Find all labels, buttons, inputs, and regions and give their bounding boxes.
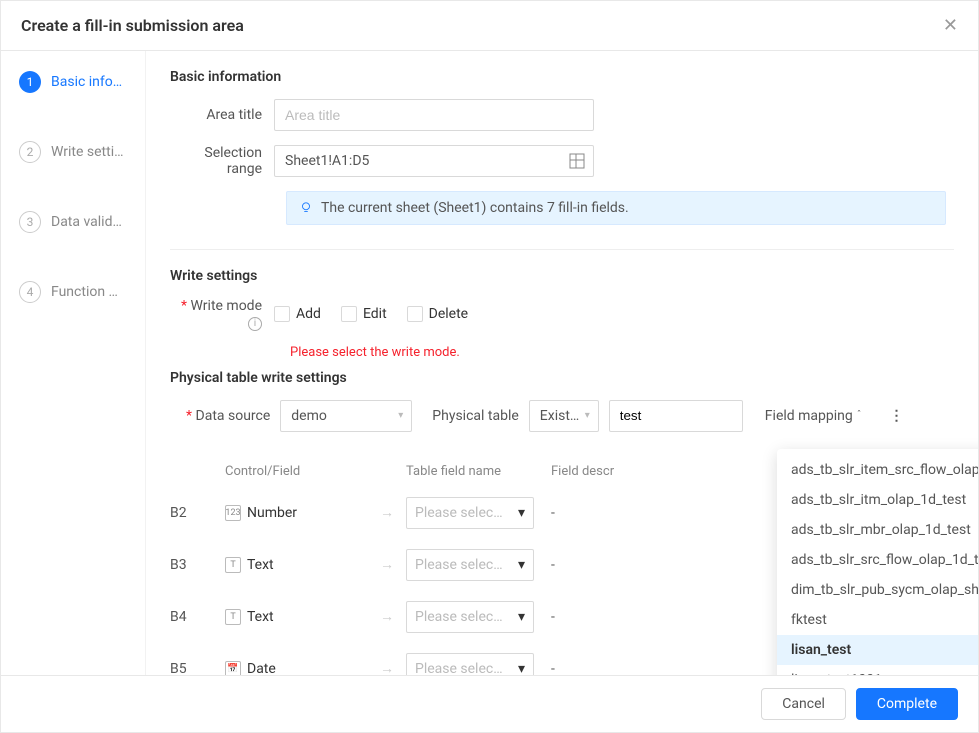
- close-icon[interactable]: ✕: [943, 15, 958, 36]
- data-source-select[interactable]: demo ▾: [280, 400, 412, 432]
- chevron-down-icon: ▾: [518, 609, 525, 625]
- physical-table-type-select[interactable]: Existi… ▾: [529, 400, 599, 432]
- cancel-button[interactable]: Cancel: [761, 688, 846, 720]
- step-basic-info[interactable]: 1 Basic info…: [19, 71, 135, 93]
- chevron-up-icon: ˆ: [857, 410, 862, 421]
- more-icon[interactable]: ⋮: [889, 408, 903, 424]
- complete-button[interactable]: Complete: [856, 688, 958, 720]
- chevron-down-icon: ▾: [585, 410, 590, 421]
- modal-footer: Cancel Complete: [1, 675, 978, 732]
- arrow-right-icon: →: [380, 504, 406, 521]
- dropdown-item[interactable]: lisan_test: [777, 635, 978, 665]
- table-field-select[interactable]: Please selec…▾: [406, 601, 534, 633]
- chevron-down-icon: ▾: [518, 505, 525, 521]
- step-label: Write setti…: [51, 144, 123, 160]
- chevron-down-icon: ▾: [518, 557, 525, 573]
- control-type: TText: [225, 609, 380, 625]
- physical-table-search-input[interactable]: [609, 400, 743, 432]
- area-title-input[interactable]: [274, 99, 594, 131]
- step-number: 4: [19, 281, 41, 303]
- selection-range-label: Selection range: [170, 145, 274, 177]
- row-data-source: Data source demo ▾ Physical table Existi…: [186, 400, 954, 432]
- cell-ref: B5: [170, 661, 225, 676]
- physical-table-title: Physical table write settings: [170, 370, 954, 386]
- table-field-select[interactable]: Please selec…▾: [406, 653, 534, 676]
- section-basic-info-title: Basic information: [170, 69, 954, 85]
- dropdown-item[interactable]: ads_tb_slr_item_src_flow_olap_1d_test: [777, 455, 978, 485]
- table-search-dropdown: ads_tb_slr_item_src_flow_olap_1d_testads…: [777, 449, 978, 675]
- checkbox-delete[interactable]: Delete: [407, 306, 468, 322]
- type-icon: T: [225, 557, 241, 573]
- chevron-down-icon: ▾: [518, 661, 525, 676]
- dropdown-item[interactable]: dim_tb_slr_pub_sycm_olap_shop_kpi_test: [777, 575, 978, 605]
- cell-ref: B3: [170, 557, 225, 573]
- control-type: 📅Date: [225, 661, 380, 676]
- control-type: TText: [225, 557, 380, 573]
- step-number: 1: [19, 71, 41, 93]
- col-field-name: Table field name: [406, 464, 551, 479]
- bulb-icon: [299, 201, 313, 215]
- selection-range-value: Sheet1!A1:D5: [285, 153, 369, 169]
- step-data-validation[interactable]: 3 Data valid…: [19, 211, 135, 233]
- table-field-select[interactable]: Please selec…▾: [406, 497, 534, 529]
- banner-text: The current sheet (Sheet1) contains 7 fi…: [321, 200, 629, 216]
- checkbox-add[interactable]: Add: [274, 306, 321, 322]
- info-banner: The current sheet (Sheet1) contains 7 fi…: [286, 191, 946, 225]
- step-label: Function …: [51, 284, 118, 300]
- field-desc-value: -: [551, 661, 696, 676]
- physical-table-label: Physical table: [432, 408, 519, 424]
- data-source-label: Data source: [186, 408, 270, 424]
- field-desc-value: -: [551, 557, 696, 573]
- step-function[interactable]: 4 Function …: [19, 281, 135, 303]
- info-icon[interactable]: i: [248, 317, 262, 331]
- chevron-down-icon: ▾: [398, 410, 403, 421]
- cell-ref: B2: [170, 505, 225, 521]
- type-icon: 123: [225, 505, 241, 521]
- field-desc-value: -: [551, 609, 696, 625]
- col-field-desc: Field descr: [551, 464, 696, 479]
- dropdown-item[interactable]: ads_tb_slr_mbr_olap_1d_test: [777, 515, 978, 545]
- area-title-label: Area title: [170, 107, 274, 123]
- divider: [170, 249, 954, 250]
- arrow-right-icon: →: [380, 556, 406, 573]
- selection-range-input[interactable]: Sheet1!A1:D5: [274, 145, 594, 177]
- modal-body: 1 Basic info… 2 Write setti… 3 Data vali…: [1, 51, 978, 675]
- field-desc-value: -: [551, 505, 696, 521]
- control-type: 123Number: [225, 505, 380, 521]
- steps-sidebar: 1 Basic info… 2 Write setti… 3 Data vali…: [1, 51, 146, 675]
- type-icon: T: [225, 609, 241, 625]
- modal-title: Create a fill-in submission area: [21, 16, 244, 35]
- write-mode-error: Please select the write mode.: [290, 345, 954, 360]
- write-mode-group: Add Edit Delete: [274, 306, 468, 322]
- dropdown-item[interactable]: fktest: [777, 605, 978, 635]
- field-mapping-toggle[interactable]: Field mapping ˆ: [765, 408, 862, 424]
- arrow-right-icon: →: [380, 660, 406, 675]
- section-write-settings-title: Write settings: [170, 268, 954, 284]
- step-label: Data valid…: [51, 214, 122, 230]
- step-write-settings[interactable]: 2 Write setti…: [19, 141, 135, 163]
- range-picker-icon[interactable]: [569, 153, 585, 169]
- step-number: 2: [19, 141, 41, 163]
- dropdown-item[interactable]: ads_tb_slr_itm_olap_1d_test: [777, 485, 978, 515]
- row-area-title: Area title: [170, 99, 954, 131]
- checkbox-edit[interactable]: Edit: [341, 306, 387, 322]
- cell-ref: B4: [170, 609, 225, 625]
- table-field-select[interactable]: Please selec…▾: [406, 549, 534, 581]
- step-label: Basic info…: [51, 74, 122, 90]
- dropdown-item[interactable]: lisan_test1001: [777, 665, 978, 675]
- modal-dialog: Create a fill-in submission area ✕ 1 Bas…: [0, 0, 979, 733]
- row-selection-range: Selection range Sheet1!A1:D5: [170, 145, 954, 177]
- arrow-right-icon: →: [380, 608, 406, 625]
- dropdown-item[interactable]: ads_tb_slr_src_flow_olap_1d_test: [777, 545, 978, 575]
- step-number: 3: [19, 211, 41, 233]
- write-mode-label: Write modei: [170, 298, 274, 331]
- row-write-mode: Write modei Add Edit Delete: [170, 298, 954, 331]
- col-control: Control/Field: [225, 464, 380, 479]
- main-content: Basic information Area title Selection r…: [146, 51, 978, 675]
- type-icon: 📅: [225, 661, 241, 676]
- modal-header: Create a fill-in submission area ✕: [1, 1, 978, 51]
